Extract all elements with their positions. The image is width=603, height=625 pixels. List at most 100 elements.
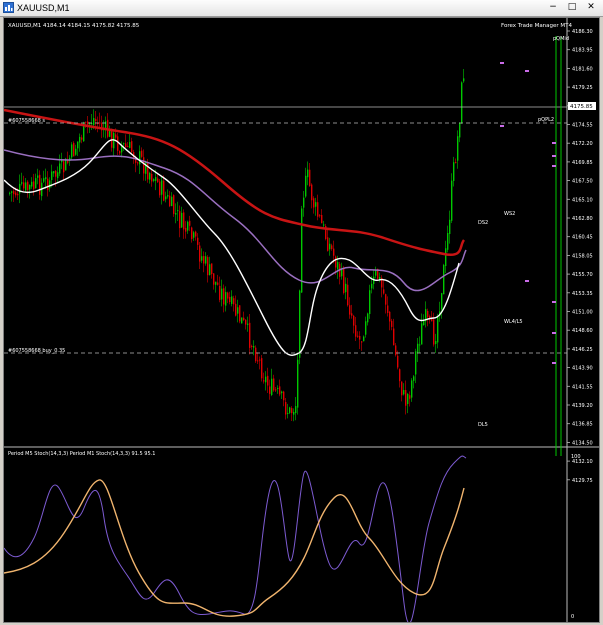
candle-body [331,245,333,249]
candle-body [273,378,275,391]
candle-body [289,407,291,413]
candle-body [223,288,225,305]
terminal-window: XAUUSD,M1 − □ ✕ 4186.30 4183.95 4181.60 417… [0,0,603,625]
marker [552,155,556,157]
candle-body [9,192,11,194]
candle-body [141,150,143,157]
level-label-ds2: DS2 [478,220,488,226]
level-label-ws2: WS2 [504,211,515,217]
candle-body [127,145,129,148]
mid-ma-line [4,149,467,292]
symbol-info: XAUUSD,M1 4184.14 4184.15 4175.82 4175.8… [8,23,140,29]
window-titlebar[interactable]: XAUUSD,M1 − □ ✕ [0,0,603,17]
candle-body [29,184,31,190]
price-tick-label: 4153.35 [572,291,593,297]
candle-body [277,387,279,389]
candle-body [171,196,173,207]
candle-body [57,172,59,179]
candle-body [111,128,113,148]
candle-body [437,316,439,343]
candle-body [179,211,181,229]
candle-body [261,358,263,379]
minimize-button[interactable]: − [544,1,562,14]
candle-body [329,243,331,250]
candle-body [115,134,117,138]
close-button[interactable]: ✕ [582,1,600,14]
candle-body [221,288,223,300]
candle-body [455,162,457,164]
candle-body [215,281,217,285]
candle-body [23,182,25,189]
candle-body [209,264,211,275]
price-chart[interactable]: 4186.304183.954181.604179.254176.904174.… [4,18,599,622]
marker [525,70,529,72]
chart-area[interactable]: 4186.304183.954181.604179.254176.904174.… [3,17,600,623]
price-tick-label: 4136.85 [572,422,593,428]
candle-body [367,313,369,323]
marker [552,165,556,167]
candlesticks [9,68,465,422]
candle-body [73,142,75,157]
level-label-dl5: DL5 [478,422,488,428]
candle-body [79,136,81,143]
candle-body [427,310,429,318]
candle-body [167,195,169,197]
candle-body [147,162,149,180]
candle-body [21,182,23,184]
candle-body [17,193,19,196]
sell-order-label: #607558668 s [8,118,45,124]
candle-body [255,347,257,362]
candle-body [149,172,151,180]
candle-body [435,341,437,344]
candle-body [259,359,261,361]
candle-body [161,180,163,195]
candle-body [241,317,243,324]
candle-body [403,390,405,395]
candle-body [365,321,367,335]
candle-body [333,248,335,256]
marker [525,280,529,282]
price-tick-label: 4139.20 [572,403,593,409]
candle-body [391,320,393,327]
candle-body [371,283,373,289]
candle-body [131,141,133,153]
candle-body [397,355,399,368]
candle-body [145,161,147,174]
candle-body [389,311,391,322]
candle-body [267,375,269,386]
candle-body [137,162,139,164]
candle-body [53,171,55,174]
candle-body [193,232,195,238]
price-axis-ticks: 4186.304183.954181.604179.254176.904174.… [567,29,593,484]
candle-body [393,328,395,346]
indicator-label: Period M5 Stoch(14,3,3) Period M1 Stoch(… [8,451,155,457]
candle-body [337,262,339,270]
candle-body [95,118,97,121]
candle-body [335,256,337,268]
candle-body [257,360,259,362]
candle-body [15,192,17,196]
candle-body [31,181,33,187]
candle-body [361,341,363,343]
candle-body [357,335,359,337]
price-tick-label: 4146.25 [572,347,593,353]
maximize-button[interactable]: □ [563,1,581,14]
buy-order-label: #607558668 buy_0.35 [8,348,65,354]
price-tick-label: 4141.55 [572,384,593,390]
chart-icon [3,2,14,13]
stoch-main-line [4,455,467,622]
candle-body [387,305,389,313]
price-tick-label: 4165.10 [572,197,593,203]
candle-body [269,386,271,394]
level-label-wl45: WL4/L5 [504,319,523,325]
candle-body [157,178,159,183]
candle-body [405,389,407,406]
candle-body [251,345,253,347]
stochastic-lines [4,455,467,622]
candle-body [307,169,309,178]
price-tick-label: 4134.50 [572,440,593,446]
candle-body [421,323,423,345]
candle-body [243,317,245,320]
candle-body [235,303,237,316]
candle-body [315,202,317,207]
